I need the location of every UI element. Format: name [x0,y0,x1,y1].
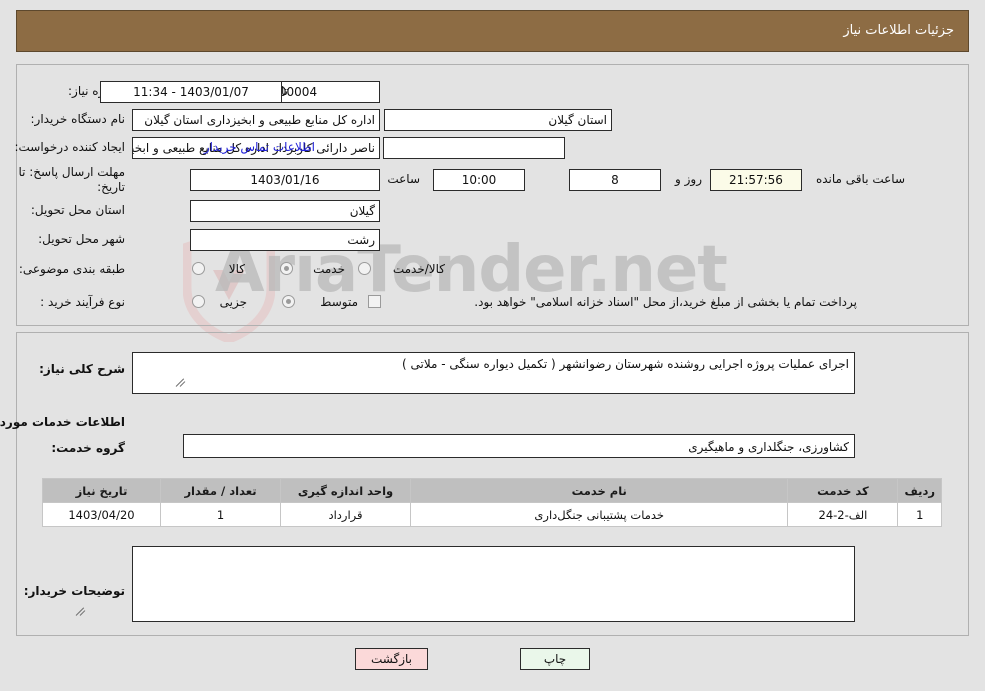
back-button[interactable]: بازگشت [355,648,428,670]
deadline-time-value: 10:00 [433,169,525,191]
page-header-bar: جزئیات اطلاعات نیاز [16,10,969,52]
th-name: نام خدمت [409,478,789,503]
requester-label: ایجاد کننده درخواست: [14,140,125,154]
radio-category-kala-label: کالا [228,262,245,276]
deadline-days-value: 8 [569,169,661,191]
radio-purchase-motevaset[interactable] [282,295,295,308]
radio-category-kala-khedmat-label: کالا/خدمت [392,262,445,276]
cell-radif: 1 [897,502,942,527]
radio-purchase-jozii-label: جزیی [219,295,247,309]
delivery-province-value: گیلان [190,200,380,222]
th-quantity: تعداد / مقدار [160,478,281,503]
page-title: جزئیات اطلاعات نیاز [843,23,954,38]
islamic-treasury-note: پرداخت تمام یا بخشی از مبلغ خرید،از محل … [474,295,857,309]
th-date: تاریخ نیاز [42,478,161,503]
deadline-countdown-value: 21:57:56 [710,169,802,191]
radio-purchase-jozii[interactable] [192,295,205,308]
table-header-row: ردیف کد خدمت نام خدمت واحد اندازه گیری ت… [42,478,942,503]
page-root: AriaTender.net جزئیات اطلاعات نیاز شماره… [0,0,985,691]
radio-purchase-motevaset-label: متوسط [320,295,358,309]
buyer-org-value: اداره کل منابع طبیعی و ابخیزداری استان گ… [132,109,380,131]
deadline-date-value: 1403/01/16 [190,169,380,191]
buyer-notes-textarea[interactable] [132,546,855,622]
radio-category-kala-khedmat[interactable] [358,262,371,275]
general-desc-label: شرح کلی نیاز: [39,362,125,376]
deadline-time-label: ساعت [387,172,420,186]
delivery-city-label: شهر محل تحویل: [38,232,125,246]
requester-value-overflow [383,137,565,159]
buyer-contact-link[interactable]: اطلاعات تماس خریدار [204,140,315,154]
cell-name: خدمات پشتیبانی جنگل‌داری [409,502,789,527]
cell-quantity: 1 [160,502,281,527]
table-row: 1 الف-2-24 خدمات پشتیبانی جنگل‌داری قرار… [42,502,942,527]
delivery-city-value: رشت [190,229,380,251]
deadline-countdown-label: ساعت باقی مانده [815,172,905,186]
checkbox-islamic-treasury-bonds[interactable] [368,295,381,308]
th-code: کد خدمت [787,478,899,503]
buyer-org-label: نام دستگاه خریدار: [30,112,126,126]
announce-datetime-value: 1403/01/07 - 11:34 [100,81,282,103]
buyer-notes-label: توضیحات خریدار: [23,584,125,598]
radio-category-kala[interactable] [192,262,205,275]
deadline-days-label: روز و [675,172,702,186]
services-table: ردیف کد خدمت نام خدمت واحد اندازه گیری ت… [42,478,942,527]
radio-category-khedmat[interactable] [280,262,293,275]
cell-unit: قرارداد [280,502,411,527]
province-top-value: استان گیلان [384,109,612,131]
category-label: طبقه بندی موضوعی: [18,262,125,276]
th-radif: ردیف [897,478,942,503]
deadline-label: مهلت ارسال پاسخ: تا تاریخ: [18,165,125,194]
purchase-type-label: نوع فرآیند خرید : [40,295,125,309]
th-unit: واحد اندازه گیری [280,478,411,503]
delivery-province-label: استان محل تحویل: [30,203,125,217]
cell-date: 1403/04/20 [42,502,161,527]
radio-category-khedmat-label: خدمت [313,262,345,276]
general-desc-textarea[interactable]: اجرای عملیات پروژه اجرایی روشنده شهرستان… [132,352,855,394]
print-button[interactable]: چاپ [520,648,590,670]
cell-code: الف-2-24 [787,502,899,527]
service-group-label: گروه خدمت: [51,441,125,455]
need-info-panel [16,64,969,326]
services-heading: اطلاعات خدمات مورد نیاز [0,415,125,429]
service-group-value[interactable]: کشاورزی، جنگلداری و ماهیگیری [183,434,855,458]
